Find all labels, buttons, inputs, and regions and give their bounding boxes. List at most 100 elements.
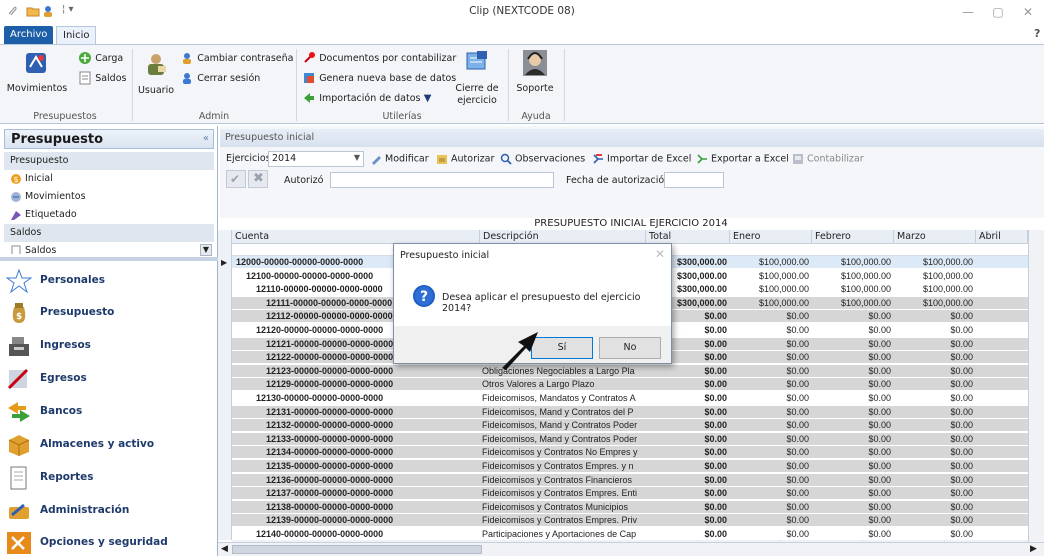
nav-item-saldos[interactable]: Saldos	[4, 242, 214, 254]
col-header-descripcion[interactable]: Descripción	[480, 230, 646, 244]
nav-personales[interactable]: Personales	[0, 264, 218, 297]
cell-marzo: $0.00	[950, 406, 973, 417]
movimientos-button[interactable]: Movimientos	[6, 49, 68, 105]
cell-enero: $0.00	[786, 365, 809, 376]
cierre-ejercicio-icon	[465, 49, 489, 73]
cell-marzo: $0.00	[950, 325, 973, 335]
navigation-title: Presupuesto	[11, 132, 104, 147]
cell-descripcion: Fideicomisos, Mandatos y Contratos A	[482, 393, 636, 403]
cell-total: $0.00	[704, 406, 727, 417]
genera-base-button[interactable]: Genera nueva base de datos	[302, 71, 456, 85]
horizontal-scrollbar[interactable]: ◀ ▶	[218, 542, 1044, 556]
soporte-button[interactable]: Soporte	[512, 49, 558, 107]
reject-button[interactable]: ✖	[248, 170, 268, 188]
col-header-abril[interactable]: Abril	[976, 230, 1028, 244]
cierre-ejercicio-button[interactable]: Cierre de ejercicio	[452, 49, 502, 107]
money-bag-icon: $	[6, 301, 32, 325]
col-header-febrero[interactable]: Febrero	[812, 230, 894, 244]
nav-ingresos[interactable]: Ingresos	[0, 329, 218, 362]
nav-egresos[interactable]: Egresos	[0, 362, 218, 395]
cerrar-sesion-button[interactable]: Cerrar sesión	[180, 71, 260, 85]
minimize-button[interactable]: —	[954, 3, 982, 21]
tag-icon	[10, 209, 22, 221]
cell-febrero: $0.00	[868, 529, 891, 539]
vertical-scrollbar[interactable]	[1028, 230, 1044, 542]
close-button[interactable]: ✕	[1014, 3, 1042, 21]
importacion-button[interactable]: Importación de datos ▼	[302, 91, 431, 105]
cell-total: $0.00	[704, 529, 727, 539]
cell-marzo: $0.00	[950, 488, 973, 499]
cell-marzo: $0.00	[950, 379, 973, 390]
horizontal-scroll-thumb[interactable]	[232, 545, 482, 554]
nav-item-etiquetado[interactable]: Etiquetado	[4, 206, 214, 224]
window-title: Clip (NEXTCODE 08)	[469, 5, 575, 17]
cell-marzo: $0.00	[950, 461, 973, 471]
nav-reportes[interactable]: Reportes	[0, 461, 218, 494]
tab-archivo[interactable]: Archivo	[4, 26, 54, 44]
cierre-ejercicio-label-2: ejercicio	[457, 95, 497, 106]
importar-excel-button[interactable]: Importar de Excel	[592, 153, 691, 165]
svg-text:?: ?	[420, 289, 428, 305]
cambiar-contrasena-button[interactable]: Cambiar contraseña	[180, 51, 293, 65]
cell-febrero: $0.00	[868, 501, 891, 512]
fecha-autorizacion-field[interactable]	[664, 172, 724, 188]
maximize-button[interactable]: ▢	[984, 3, 1012, 21]
cell-enero: $0.00	[786, 406, 809, 417]
scroll-left-icon[interactable]: ◀	[221, 544, 228, 554]
scroll-right-icon[interactable]: ▶	[1030, 544, 1037, 554]
cell-marzo: $100,000.00	[922, 257, 973, 267]
observaciones-button[interactable]: Observaciones	[500, 153, 585, 165]
nav-bancos[interactable]: Bancos	[0, 395, 218, 428]
cell-cuenta: 12138-00000-00000-0000-0000	[266, 501, 394, 512]
nav-almacenes[interactable]: Almacenes y activo	[0, 428, 218, 461]
exportar-excel-button[interactable]: Exportar a Excel	[696, 153, 789, 165]
cell-febrero: $0.00	[868, 311, 891, 322]
fecha-autorizacion-label: Fecha de autorización	[566, 175, 671, 186]
cell-total: $0.00	[704, 393, 727, 403]
usuario-button[interactable]: Usuario	[136, 49, 176, 105]
tab-inicio[interactable]: Inicio	[56, 26, 97, 44]
nav-opciones[interactable]: Opciones y seguridad	[0, 526, 218, 556]
nav-administracion[interactable]: Administración	[0, 494, 218, 527]
collapse-panel-icon[interactable]: «	[203, 133, 209, 144]
pin-icon	[302, 51, 316, 65]
help-icon[interactable]: ?	[1034, 27, 1040, 40]
autorizo-field[interactable]	[330, 172, 554, 188]
saldos-button[interactable]: Saldos	[78, 71, 126, 85]
nav-item-etiquetado-label: Etiquetado	[25, 209, 77, 220]
nav-item-movimientos[interactable]: Movimientos	[4, 188, 214, 206]
approve-button[interactable]: ✔	[226, 170, 246, 188]
scroll-down-icon[interactable]: ▼	[200, 244, 212, 256]
modificar-label: Modificar	[385, 153, 429, 165]
carga-button[interactable]: Carga	[78, 51, 123, 65]
cell-enero: $0.00	[786, 420, 809, 431]
nav-presupuesto[interactable]: $ Presupuesto	[0, 296, 218, 329]
cell-febrero: $0.00	[868, 515, 891, 526]
no-button[interactable]: No	[599, 337, 661, 359]
cell-enero: $0.00	[786, 461, 809, 471]
autorizar-button[interactable]: Autorizar	[436, 153, 494, 165]
cell-marzo: $100,000.00	[922, 297, 973, 308]
documentos-button[interactable]: Documentos por contabilizar	[302, 51, 456, 65]
ejercicios-select[interactable]: 2014 ▼	[268, 151, 364, 167]
col-header-total[interactable]: Total	[646, 230, 730, 244]
movement-icon	[10, 191, 22, 203]
cell-enero: $0.00	[786, 529, 809, 539]
cell-febrero: $0.00	[868, 406, 891, 417]
modificar-button[interactable]: Modificar	[370, 153, 429, 165]
group-presupuestos: Presupuestos	[33, 111, 97, 122]
movimientos-icon	[24, 51, 48, 75]
panel-splitter[interactable]	[0, 257, 218, 261]
cell-cuenta: 12132-00000-00000-0000-0000	[266, 420, 394, 431]
ribbon-tabs: Archivo Inicio ?	[0, 24, 1044, 44]
yes-button[interactable]: Sí	[531, 337, 593, 359]
nav-item-inicial[interactable]: $ Inicial	[4, 170, 214, 188]
col-header-cuenta[interactable]: Cuenta	[232, 230, 480, 244]
cell-marzo: $0.00	[950, 338, 973, 349]
col-header-marzo[interactable]: Marzo	[894, 230, 976, 244]
dialog-close-icon[interactable]: ✕	[655, 247, 665, 261]
cell-febrero: $0.00	[868, 379, 891, 390]
col-header-enero[interactable]: Enero	[730, 230, 812, 244]
contabilizar-button[interactable]: Contabilizar	[792, 153, 864, 165]
nav-item-inicial-label: Inicial	[25, 173, 53, 184]
